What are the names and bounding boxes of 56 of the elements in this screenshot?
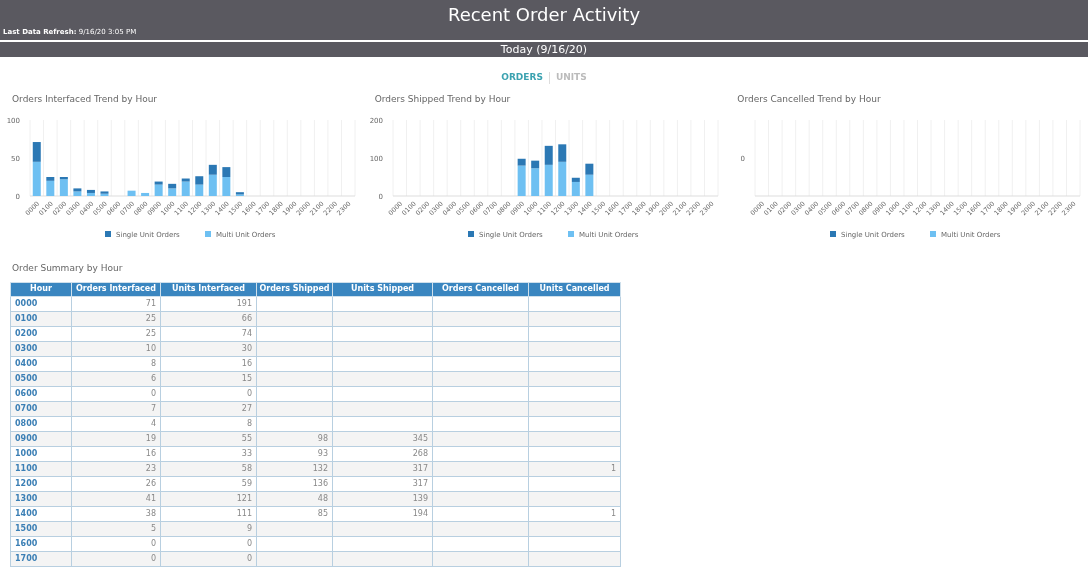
table-cell: 0	[160, 386, 257, 401]
hour-link[interactable]: 0400	[10, 356, 72, 371]
table-cell: 8	[160, 416, 257, 431]
column-header: Hour	[10, 282, 72, 296]
table-cell: 38	[71, 506, 161, 521]
table-cell: 8	[71, 356, 161, 371]
hour-link[interactable]: 1600	[10, 536, 72, 551]
hour-link[interactable]: 1400	[10, 506, 72, 521]
table-cell: 71	[71, 296, 161, 311]
chart-title: Orders Interfaced Trend by Hour	[12, 92, 159, 106]
table-cell: 1	[528, 506, 621, 521]
table-cell: 93	[256, 446, 333, 461]
table-title: Order Summary by Hour	[12, 262, 124, 275]
column-header: Units Shipped	[332, 282, 433, 296]
legend-swatch	[105, 231, 111, 237]
hour-link[interactable]: 0600	[10, 386, 72, 401]
table-cell: 59	[160, 476, 257, 491]
date-bar: Today (9/16/20)	[0, 40, 1088, 57]
chart-title: Orders Shipped Trend by Hour	[374, 92, 512, 106]
page-title: Recent Order Activity	[446, 3, 642, 27]
table-cell: 74	[160, 326, 257, 341]
table-cell: 111	[160, 506, 257, 521]
table-cell: 85	[256, 506, 333, 521]
table-cell: 0	[160, 536, 257, 551]
table-cell: 25	[71, 326, 161, 341]
hour-link[interactable]: 1000	[10, 446, 72, 461]
table-cell: 194	[332, 506, 433, 521]
column-header: Orders Cancelled	[432, 282, 529, 296]
table-cell: 4	[71, 416, 161, 431]
hour-link[interactable]: 0000	[10, 296, 72, 311]
table-cell: 0	[71, 536, 161, 551]
table-cell: 16	[71, 446, 161, 461]
bar	[195, 184, 204, 196]
table-cell: 268	[332, 446, 433, 461]
hour-link[interactable]: 1200	[10, 476, 72, 491]
table-cell: 136	[256, 476, 333, 491]
hour-link[interactable]: 0800	[10, 416, 72, 431]
column-header: Orders Interfaced	[71, 282, 161, 296]
legend-swatch	[467, 231, 474, 237]
bar	[127, 190, 136, 196]
column-header: Orders Shipped	[256, 282, 333, 296]
table-cell: 191	[160, 296, 257, 311]
legend-swatch	[567, 231, 574, 237]
view-tab[interactable]: ORDERS	[495, 71, 549, 85]
chart-title: Orders Cancelled Trend by Hour	[737, 92, 882, 106]
column-header: Units Cancelled	[528, 282, 621, 296]
table-cell: 0	[71, 386, 161, 401]
table-cell: 33	[160, 446, 257, 461]
table-cell: 317	[332, 476, 433, 491]
bar	[195, 176, 204, 185]
table-cell: 26	[71, 476, 161, 491]
hour-link[interactable]: 0200	[10, 326, 72, 341]
table-cell: 16	[160, 356, 257, 371]
legend-swatch	[205, 231, 211, 237]
bar	[141, 192, 150, 196]
column-header: Units Interfaced	[160, 282, 257, 296]
